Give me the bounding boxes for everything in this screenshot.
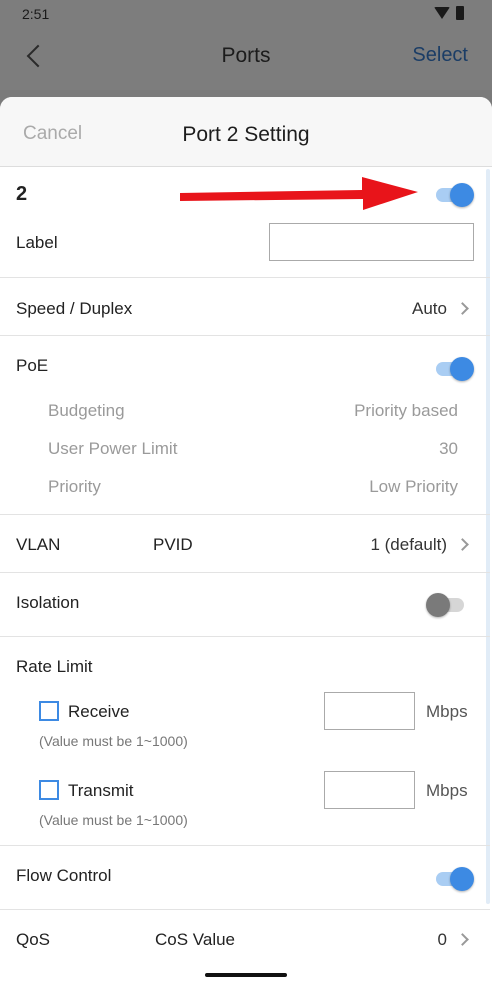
user-power-limit-label: User Power Limit [48,439,178,458]
budgeting-value: Priority based [354,401,458,420]
navigation-bar [0,967,492,984]
transmit-checkbox[interactable] [39,780,59,800]
toggle-knob [450,357,474,381]
cos-value[interactable]: 0 [438,930,447,950]
chevron-right-icon [456,302,469,315]
divider [0,514,490,515]
port-enable-toggle[interactable] [436,183,474,207]
label-input[interactable] [269,223,474,261]
poe-toggle[interactable] [436,357,474,381]
vlan-label: VLAN [16,535,61,554]
transmit-note: (Value must be 1~1000) [39,812,188,828]
speed-duplex-label: Speed / Duplex [16,299,133,318]
priority-value: Low Priority [369,477,458,496]
receive-checkbox[interactable] [39,701,59,721]
divider [0,335,490,336]
rate-limit-label: Rate Limit [16,657,93,676]
transmit-rate-input[interactable] [324,771,415,809]
wifi-icon [434,7,450,19]
isolation-label: Isolation [16,593,80,612]
select-button[interactable]: Select [412,44,468,67]
top-bar: Ports Select [0,28,492,90]
transmit-unit: Mbps [426,781,468,800]
receive-label: Receive [68,702,130,721]
budgeting-label: Budgeting [48,401,125,420]
port-setting-sheet: Cancel Port 2 Setting 2 Label Speed / Du… [0,97,492,967]
divider [0,277,490,278]
port-number: 2 [16,183,28,205]
receive-note: (Value must be 1~1000) [39,733,188,749]
status-icons [434,6,464,20]
cos-value-label: CoS Value [155,930,236,949]
chevron-right-icon [456,538,469,551]
divider [0,845,490,846]
receive-rate-input[interactable] [324,692,415,730]
pvid-value[interactable]: 1 (default) [370,535,447,555]
qos-label: QoS [16,930,51,949]
divider [0,909,490,910]
divider [0,572,490,573]
transmit-label: Transmit [68,781,134,800]
isolation-toggle[interactable] [426,593,464,617]
scrollbar[interactable] [486,169,490,904]
toggle-knob [426,593,450,617]
pvid-label: PVID [153,535,193,554]
flow-control-toggle[interactable] [436,867,474,891]
toggle-knob [450,183,474,207]
receive-unit: Mbps [426,702,468,721]
poe-label: PoE [16,356,49,375]
home-gesture-pill[interactable] [205,973,287,977]
annotation-arrow-icon [180,177,418,210]
divider [0,636,490,637]
user-power-limit-value: 30 [439,439,458,458]
status-time: 2:51 [22,6,50,22]
battery-icon [456,6,464,20]
chevron-right-icon [456,933,469,946]
label-field-label: Label [16,233,58,252]
flow-control-label: Flow Control [16,866,112,885]
speed-duplex-value[interactable]: Auto [412,299,447,319]
status-bar: 2:51 [0,0,492,28]
sheet-header: Cancel Port 2 Setting [0,97,492,167]
toggle-knob [450,867,474,891]
priority-label: Priority [48,477,101,496]
sheet-title: Port 2 Setting [182,123,310,146]
